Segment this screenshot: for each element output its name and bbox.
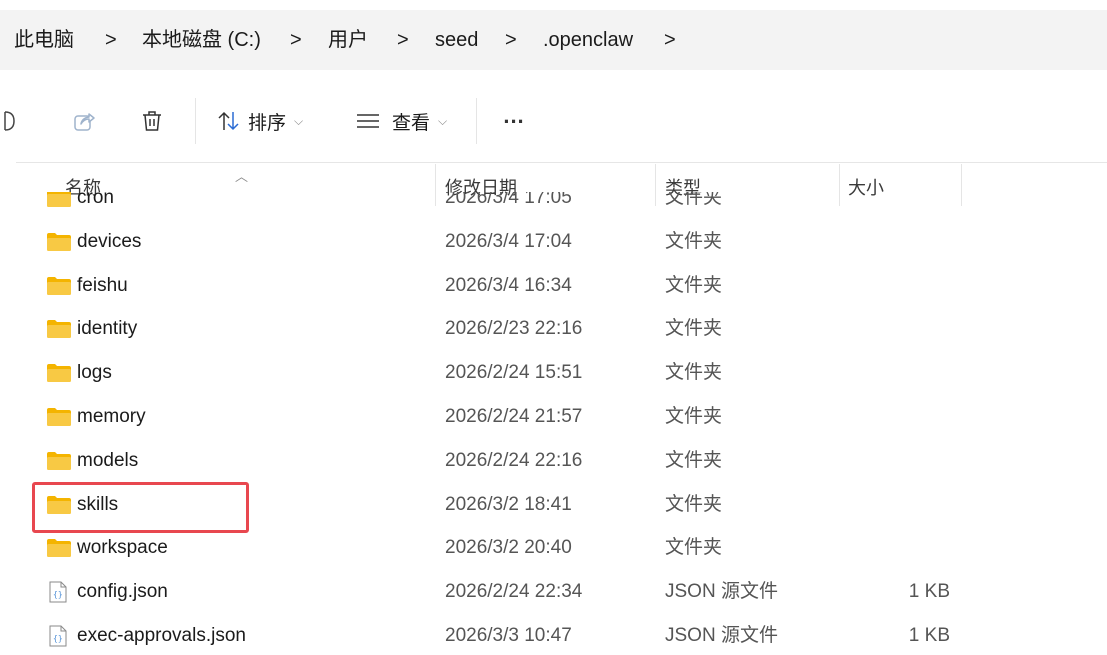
file-name[interactable]: config.json <box>77 570 168 614</box>
file-size: 1 KB <box>908 625 950 646</box>
file-size <box>886 526 950 570</box>
more-options-button[interactable]: ... <box>497 103 531 138</box>
view-label: 查看 <box>392 112 431 134</box>
share-icon[interactable] <box>66 104 102 138</box>
file-size <box>886 307 950 351</box>
json-file-icon: {} <box>48 625 68 652</box>
svg-text:{}: {} <box>53 590 63 599</box>
folder-icon <box>46 319 72 344</box>
breadcrumb-separator[interactable]: > <box>290 10 302 70</box>
file-type: 文件夹 <box>665 406 723 427</box>
breadcrumb-separator[interactable]: > <box>664 10 676 70</box>
folder-icon <box>46 538 72 563</box>
file-modified-date: 2026/2/24 15:51 <box>445 362 583 384</box>
sort-button[interactable]: 排序 ⌵ <box>217 104 303 138</box>
file-type: 文件夹 <box>665 274 723 296</box>
svg-text:{}: {} <box>53 634 63 643</box>
file-size <box>886 439 950 483</box>
file-size <box>886 483 950 527</box>
file-name[interactable]: workspace <box>77 526 168 570</box>
file-name[interactable]: identity <box>77 307 137 351</box>
file-size <box>886 192 950 220</box>
delete-icon[interactable] <box>134 104 170 138</box>
file-row-devices[interactable]: devices 2026/3/4 17:04 文件夹 <box>16 220 1107 264</box>
file-modified-date: 2026/3/4 16:34 <box>445 274 572 296</box>
folder-icon <box>46 192 72 213</box>
file-modified-date: 2026/2/24 22:34 <box>445 581 583 603</box>
file-row-cron[interactable]: cron 2026/3/4 17:05 文件夹 <box>16 192 1107 220</box>
file-modified-date: 2026/2/23 22:16 <box>445 318 583 340</box>
breadcrumb-separator[interactable]: > <box>397 10 409 70</box>
file-modified-date: 2026/3/2 18:41 <box>445 493 572 515</box>
file-modified-date: 2026/3/4 17:05 <box>445 192 572 208</box>
chevron-down-icon: ⌵ <box>438 113 448 128</box>
breadcrumb-local-disk[interactable]: 本地磁盘 (C:) <box>142 10 261 70</box>
breadcrumb-users[interactable]: 用户 <box>328 10 368 70</box>
folder-icon <box>46 232 72 257</box>
header-divider <box>16 162 1107 163</box>
file-modified-date: 2026/2/24 21:57 <box>445 406 583 427</box>
breadcrumb-this-pc[interactable]: 此电脑 <box>14 10 74 70</box>
breadcrumb-seed[interactable]: seed <box>435 10 478 70</box>
file-type: 文件夹 <box>665 230 723 252</box>
folder-icon <box>46 451 72 476</box>
file-modified-date: 2026/3/4 17:04 <box>445 230 572 252</box>
file-size <box>886 220 950 264</box>
address-bar[interactable]: 此电脑 > 本地磁盘 (C:) > 用户 > seed > .openclaw … <box>0 10 1107 70</box>
sort-label: 排序 <box>248 112 287 134</box>
folder-icon <box>46 363 72 388</box>
file-row-feishu[interactable]: feishu 2026/3/4 16:34 文件夹 <box>16 264 1107 308</box>
file-name[interactable]: feishu <box>77 264 128 308</box>
file-size <box>886 264 950 308</box>
file-name[interactable]: devices <box>77 220 141 264</box>
file-size <box>886 351 950 395</box>
file-list: cron 2026/3/4 17:05 文件夹 devices 2026/3/4 17:… <box>16 192 1107 655</box>
file-row-skills[interactable]: skills 2026/3/2 18:41 文件夹 <box>16 483 1107 527</box>
file-row-workspace[interactable]: workspace 2026/3/2 20:40 文件夹 <box>16 526 1107 570</box>
file-row-memory[interactable]: memory 2026/2/24 21:57 文件夹 <box>16 395 1107 439</box>
breadcrumb-separator[interactable]: > <box>105 10 117 70</box>
sort-icon <box>218 111 239 131</box>
sort-ascending-icon: ︿ <box>235 169 249 184</box>
folder-icon <box>46 407 72 432</box>
folder-icon <box>46 495 72 520</box>
file-modified-date: 2026/3/2 20:40 <box>445 537 572 559</box>
file-type: 文件夹 <box>665 449 723 471</box>
file-name[interactable]: models <box>77 439 138 483</box>
file-name[interactable]: logs <box>77 351 112 395</box>
breadcrumb-separator[interactable]: > <box>505 10 517 70</box>
json-file-icon: {} <box>48 581 68 608</box>
file-modified-date: 2026/3/3 10:47 <box>445 625 572 646</box>
file-type: JSON 源文件 <box>665 625 778 646</box>
file-type: JSON 源文件 <box>665 581 778 603</box>
file-row-identity[interactable]: identity 2026/2/23 22:16 文件夹 <box>16 307 1107 351</box>
folder-icon <box>46 276 72 301</box>
file-row-models[interactable]: models 2026/2/24 22:16 文件夹 <box>16 439 1107 483</box>
file-name[interactable]: cron <box>77 192 114 220</box>
file-row-exec-approvals-json[interactable]: {} exec-approvals.json 2026/3/3 10:47 JSON … <box>16 614 1107 655</box>
file-type: 文件夹 <box>665 318 723 340</box>
more-label: ... <box>503 103 525 128</box>
breadcrumb-openclaw[interactable]: .openclaw <box>543 10 633 70</box>
chevron-down-icon: ⌵ <box>294 113 304 128</box>
command-bar: 排序 ⌵ 查看 ⌵ ... <box>0 80 1107 162</box>
file-size: 1 KB <box>908 581 950 603</box>
file-type: 文件夹 <box>665 493 723 515</box>
list-view-icon <box>357 114 379 128</box>
file-type: 文件夹 <box>665 192 723 208</box>
file-modified-date: 2026/2/24 22:16 <box>445 449 583 471</box>
view-button[interactable]: 查看 ⌵ <box>356 104 447 138</box>
file-row-config-json[interactable]: {} config.json 2026/2/24 22:34 JSON 源文件 1 KB <box>16 570 1107 614</box>
file-type: 文件夹 <box>665 362 723 384</box>
file-size <box>886 395 950 439</box>
file-name[interactable]: exec-approvals.json <box>77 614 246 655</box>
file-name[interactable]: memory <box>77 395 146 439</box>
file-name[interactable]: skills <box>77 483 118 527</box>
file-row-logs[interactable]: logs 2026/2/24 15:51 文件夹 <box>16 351 1107 395</box>
file-type: 文件夹 <box>665 537 723 559</box>
rename-icon[interactable] <box>0 104 20 138</box>
